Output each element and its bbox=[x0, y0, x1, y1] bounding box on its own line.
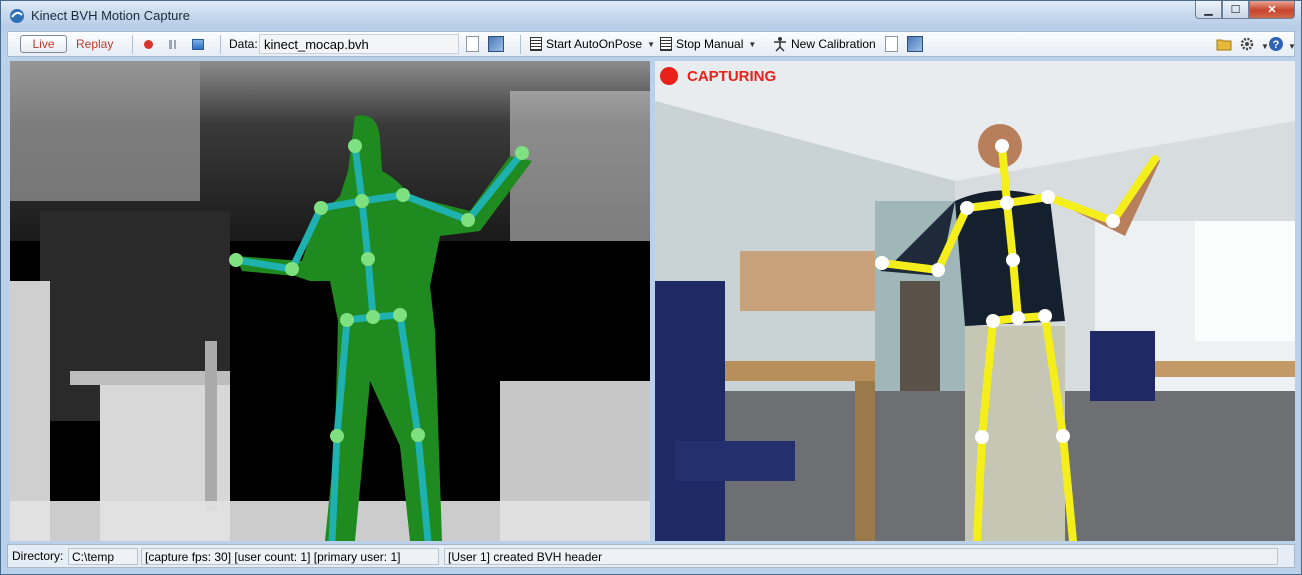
calibration-label: New Calibration bbox=[791, 37, 876, 51]
new-file-icon[interactable] bbox=[466, 36, 479, 52]
manual-label: Stop Manual bbox=[676, 37, 744, 51]
help-icon[interactable]: ? bbox=[1268, 36, 1284, 52]
pause-icon[interactable] bbox=[169, 40, 178, 49]
chevron-down-icon[interactable]: ▼ bbox=[748, 40, 756, 49]
stop-icon[interactable] bbox=[192, 39, 204, 50]
app-window: Kinect BVH Motion Capture ▁ ☐ ✕ Live Rep… bbox=[0, 0, 1302, 575]
image-icon[interactable] bbox=[488, 36, 504, 52]
film-icon bbox=[530, 37, 542, 51]
toolbar-separator bbox=[520, 35, 521, 54]
rgb-skeleton bbox=[875, 139, 1159, 541]
svg-text:?: ? bbox=[1273, 39, 1280, 51]
person-icon bbox=[774, 37, 786, 52]
window-title: Kinect BVH Motion Capture bbox=[31, 8, 190, 23]
rgb-view: CAPTURING bbox=[655, 61, 1295, 541]
capture-info: [capture fps: 30] [user count: 1] [prima… bbox=[141, 548, 439, 565]
gear-icon[interactable] bbox=[1239, 36, 1255, 52]
chevron-down-icon[interactable]: ▼ bbox=[647, 40, 655, 49]
status-bar: Directory: C:\temp [capture fps: 30] [us… bbox=[7, 544, 1295, 568]
maximize-button[interactable]: ☐ bbox=[1222, 1, 1249, 19]
toolbar: Live Replay Data: kinect_mocap.bvh Start… bbox=[7, 31, 1296, 57]
stop-manual-button[interactable]: Stop Manual ▼ bbox=[660, 35, 756, 53]
new-file-icon[interactable] bbox=[885, 36, 898, 52]
start-autoonpose-button[interactable]: Start AutoOnPose ▼ bbox=[530, 35, 655, 53]
record-icon[interactable] bbox=[144, 40, 153, 49]
toolbar-separator bbox=[132, 35, 133, 54]
live-button[interactable]: Live bbox=[20, 35, 67, 53]
data-label: Data: bbox=[229, 37, 258, 51]
new-calibration-button[interactable]: New Calibration bbox=[773, 35, 876, 53]
close-button[interactable]: ✕ bbox=[1249, 1, 1295, 19]
folder-icon[interactable] bbox=[1216, 36, 1232, 52]
chevron-down-icon[interactable]: ▼ bbox=[1288, 37, 1296, 55]
directory-label: Directory: bbox=[12, 549, 64, 563]
film-icon bbox=[660, 37, 672, 51]
data-file-field[interactable]: kinect_mocap.bvh bbox=[259, 34, 459, 54]
status-log: [User 1] created BVH header bbox=[444, 548, 1278, 565]
title-bar[interactable]: Kinect BVH Motion Capture ▁ ☐ ✕ bbox=[1, 1, 1301, 30]
depth-skeleton bbox=[229, 139, 529, 541]
directory-field[interactable]: C:\temp bbox=[68, 548, 138, 565]
minimize-button[interactable]: ▁ bbox=[1195, 1, 1222, 19]
toolbar-separator bbox=[220, 35, 221, 54]
depth-view bbox=[10, 61, 650, 541]
autopose-label: Start AutoOnPose bbox=[546, 37, 643, 51]
replay-button[interactable]: Replay bbox=[76, 35, 113, 53]
app-icon bbox=[10, 9, 24, 23]
window-controls: ▁ ☐ ✕ bbox=[1195, 1, 1295, 21]
image-icon[interactable] bbox=[907, 36, 923, 52]
